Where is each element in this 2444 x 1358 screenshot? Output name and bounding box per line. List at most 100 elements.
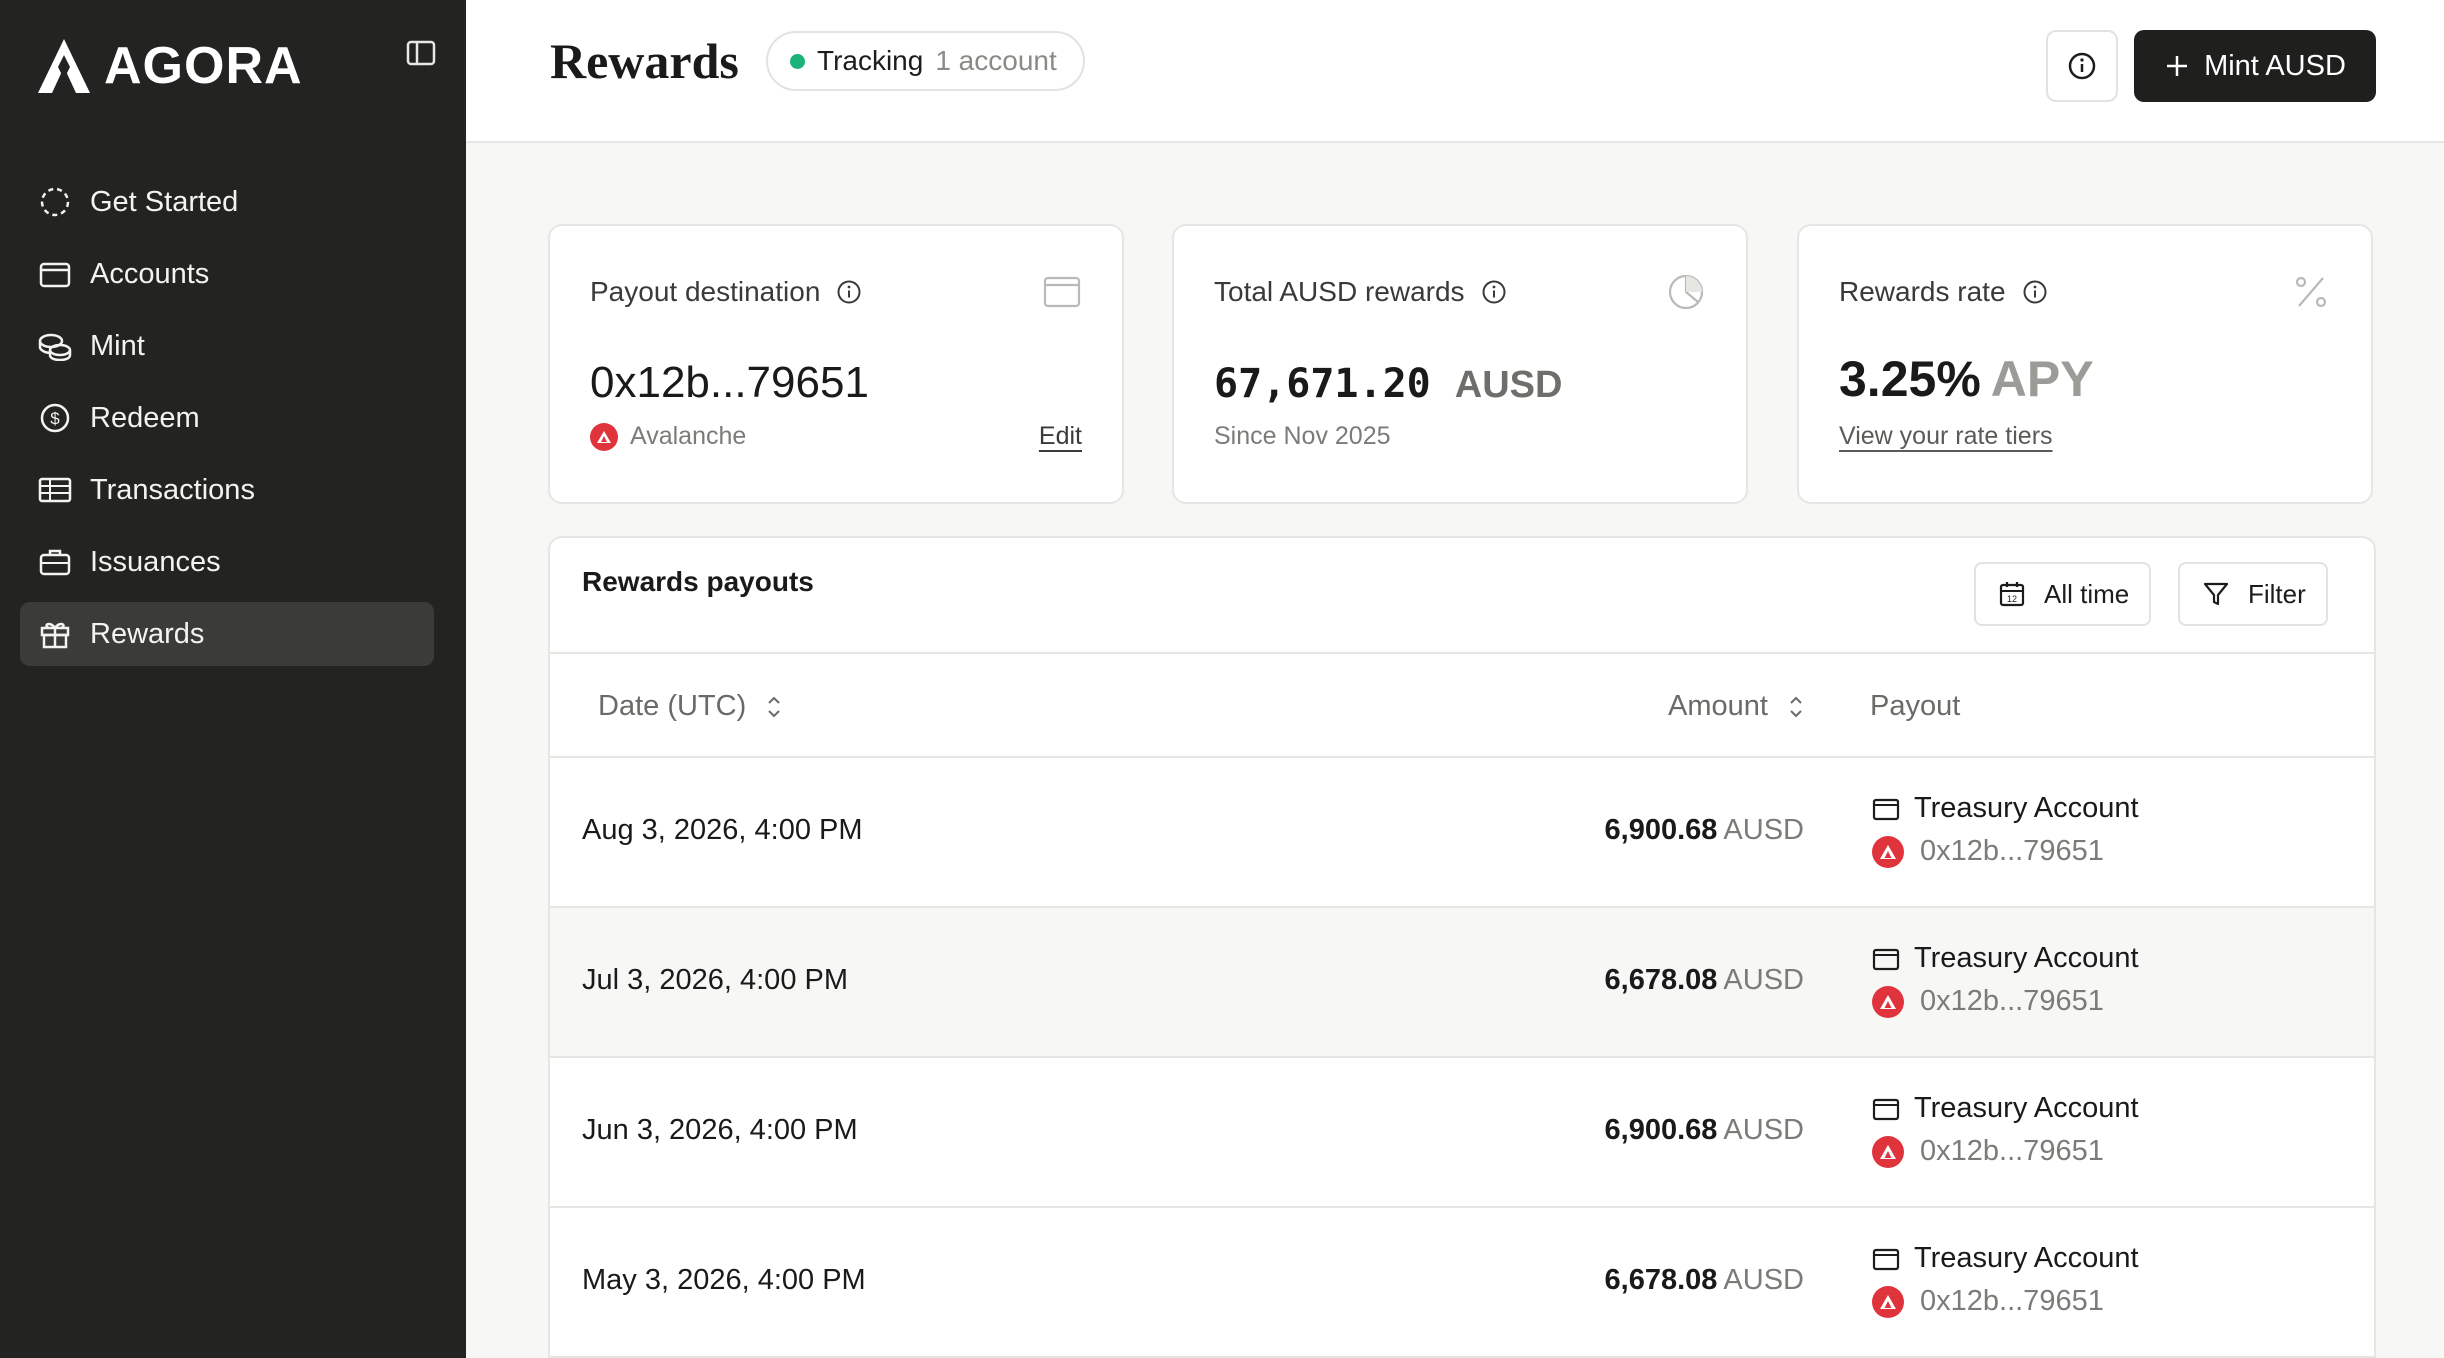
card-title: Rewards rate: [1839, 276, 2048, 308]
table-row[interactable]: Jun 3, 2026, 4:00 PM 6,900.68 AUSD Treasu…: [550, 1058, 2374, 1208]
date-range-label: All time: [2044, 578, 2130, 609]
amount-unit: AUSD: [1723, 1114, 1804, 1146]
filter-icon: [2203, 582, 2229, 606]
view-rate-tiers-link[interactable]: View your rate tiers: [1839, 422, 2053, 451]
svg-text:12: 12: [2007, 594, 2017, 604]
row-payout: Treasury Account 0x12b...79651: [1872, 942, 2139, 1018]
row-payout: Treasury Account 0x12b...79651: [1872, 1242, 2139, 1318]
table-row[interactable]: Aug 3, 2026, 4:00 PM 6,900.68 AUSD Treasu…: [550, 758, 2374, 908]
sidebar-toggle-icon[interactable]: [406, 40, 436, 68]
rate-unit: APY: [1990, 351, 2094, 407]
column-payout: Payout: [1870, 690, 1960, 723]
avalanche-icon: [590, 422, 618, 451]
payout-account-name: Treasury Account: [1914, 1242, 2139, 1274]
row-payout: Treasury Account 0x12b...79651: [1872, 792, 2139, 868]
amount-value: 6,900.68: [1604, 814, 1718, 846]
column-amount-label: Amount: [1668, 690, 1768, 722]
filter-button[interactable]: Filter: [2178, 562, 2328, 626]
amount-unit: AUSD: [1723, 1264, 1804, 1296]
rate-percent: 3.25%: [1839, 351, 1981, 407]
sidebar-item-label: Transactions: [90, 473, 255, 506]
payout-address: 0x12b...79651: [590, 358, 869, 407]
card-title-text: Rewards rate: [1839, 276, 2006, 307]
total-rewards-card: Total AUSD rewards 67,671.20 AUSD Since N…: [1172, 224, 1748, 504]
edit-payout-link[interactable]: Edit: [1039, 422, 1082, 451]
row-date: Jun 3, 2026, 4:00 PM: [582, 1114, 858, 1146]
amount-value: 6,678.08: [1604, 964, 1718, 996]
rewards-since: Since Nov 2025: [1214, 422, 1391, 450]
info-icon[interactable]: [2022, 279, 2048, 305]
brand-logo[interactable]: AGORA: [36, 36, 303, 96]
card-title-text: Total AUSD rewards: [1214, 276, 1465, 307]
sidebar-item-get-started[interactable]: Get Started: [20, 170, 434, 234]
info-icon[interactable]: [836, 279, 862, 305]
wallet-icon: [38, 257, 72, 291]
page-title: Rewards: [550, 33, 739, 89]
mint-button-label: Mint AUSD: [2204, 49, 2346, 82]
mint-ausd-button[interactable]: Mint AUSD: [2134, 30, 2376, 102]
plus-icon: [2167, 56, 2188, 76]
sort-icon: [768, 696, 780, 717]
filter-label: Filter: [2248, 578, 2306, 609]
info-button[interactable]: [2046, 30, 2118, 102]
wallet-icon: [1872, 798, 1900, 820]
wallet-icon: [1872, 1248, 1900, 1270]
avalanche-icon: [1872, 835, 1904, 868]
card-title-text: Payout destination: [590, 276, 821, 307]
payout-address: 0x12b...79651: [1920, 985, 2104, 1017]
payout-account-name: Treasury Account: [1914, 792, 2139, 824]
row-amount: 6,900.68 AUSD: [1605, 814, 1804, 847]
pie-chart-icon: [1668, 274, 1704, 310]
panel-title: Rewards payouts: [582, 566, 814, 597]
total-rewards-value: 67,671.20 AUSD: [1214, 358, 1562, 408]
payout-address: 0x12b...79651: [1920, 1285, 2104, 1317]
sidebar-item-label: Issuances: [90, 545, 221, 578]
column-date[interactable]: Date (UTC): [598, 690, 782, 723]
column-amount[interactable]: Amount: [1668, 690, 1804, 723]
column-payout-label: Payout: [1870, 690, 1961, 722]
sidebar-item-issuances[interactable]: Issuances: [20, 530, 434, 594]
amount-unit: AUSD: [1723, 814, 1804, 846]
page-header: Rewards Tracking 1 account Mint AUSD: [466, 0, 2444, 143]
date-range-button[interactable]: 12 All time: [1974, 562, 2152, 626]
agora-logo-icon: [38, 39, 90, 93]
avalanche-icon: [1872, 985, 1904, 1018]
tracking-badge[interactable]: Tracking 1 account: [766, 31, 1085, 91]
row-amount: 6,678.08 AUSD: [1605, 964, 1804, 997]
rewards-payouts-panel: Rewards payouts 12 All time Filter Date …: [548, 536, 2376, 1358]
sidebar-item-label: Get Started: [90, 185, 239, 218]
calendar-icon: 12: [1999, 582, 2025, 607]
dashed-circle-icon: [38, 185, 72, 219]
row-payout: Treasury Account 0x12b...79651: [1872, 1092, 2139, 1168]
info-icon[interactable]: [1481, 279, 1507, 305]
sort-icon: [1790, 696, 1802, 717]
wallet-icon: [1043, 276, 1081, 308]
avalanche-icon: [1872, 1285, 1904, 1318]
sidebar-item-label: Accounts: [90, 257, 210, 290]
sidebar-item-transactions[interactable]: Transactions: [20, 458, 434, 522]
sidebar: AGORA Get Started Accounts Mint $ Redeem…: [0, 0, 466, 1358]
rewards-rate-card: Rewards rate 3.25% APY View your rate tie…: [1797, 224, 2373, 504]
amount-value: 6,678.08: [1604, 1264, 1718, 1296]
sidebar-item-mint[interactable]: Mint: [20, 314, 434, 378]
gift-icon: [38, 617, 72, 651]
ledger-icon: [38, 473, 72, 507]
wallet-icon: [1872, 1098, 1900, 1120]
card-title: Total AUSD rewards: [1214, 276, 1507, 308]
network-name: Avalanche: [630, 422, 747, 450]
card-title: Payout destination: [590, 276, 862, 308]
table-header: Date (UTC) Amount Payout: [550, 652, 2374, 758]
row-amount: 6,900.68 AUSD: [1605, 1114, 1804, 1147]
tracking-label: Tracking: [817, 45, 924, 76]
sidebar-item-label: Mint: [90, 329, 145, 362]
sidebar-item-label: Rewards: [90, 617, 205, 650]
sidebar-item-redeem[interactable]: $ Redeem: [20, 386, 434, 450]
payout-network: Avalanche: [590, 422, 746, 451]
payout-destination-card: Payout destination 0x12b...79651 Avalanc…: [548, 224, 1124, 504]
total-rewards-unit: AUSD: [1454, 364, 1563, 406]
row-amount: 6,678.08 AUSD: [1605, 1264, 1804, 1297]
table-row[interactable]: May 3, 2026, 4:00 PM 6,678.08 AUSD Treasu…: [550, 1208, 2374, 1358]
sidebar-item-rewards[interactable]: Rewards: [20, 602, 434, 666]
sidebar-item-accounts[interactable]: Accounts: [20, 242, 434, 306]
table-row[interactable]: Jul 3, 2026, 4:00 PM 6,678.08 AUSD Treasu…: [550, 908, 2374, 1058]
